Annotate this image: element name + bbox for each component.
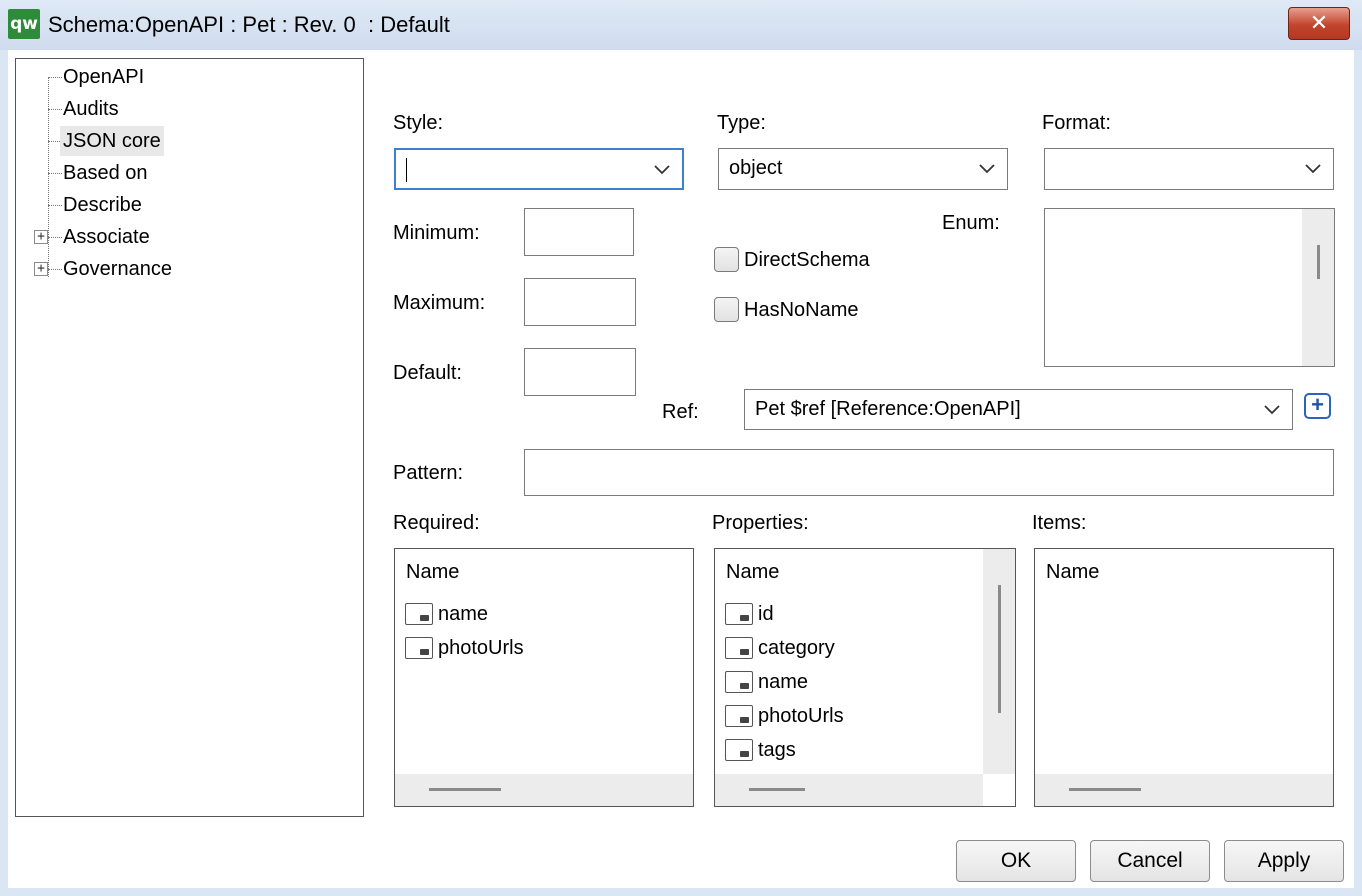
properties-label: Properties: [712, 512, 809, 534]
column-header-name[interactable]: Name [726, 561, 779, 584]
list-item[interactable]: photoUrls [405, 635, 675, 665]
items-label: Items: [1032, 512, 1087, 534]
ref-value: Pet $ref [Reference:OpenAPI] [755, 398, 1021, 420]
chevron-down-icon [979, 164, 995, 174]
expand-icon[interactable]: + [34, 230, 48, 244]
minimum-field[interactable] [524, 208, 634, 256]
enum-list[interactable] [1044, 208, 1335, 367]
title-bar[interactable]: qw Schema:OpenAPI : Pet : Rev. 0 : Defau… [0, 0, 1362, 50]
enum-label: Enum: [942, 212, 1000, 234]
format-label: Format: [1042, 112, 1111, 134]
scroll-thumb[interactable] [998, 585, 1001, 713]
cancel-button[interactable]: Cancel [1090, 840, 1210, 882]
horizontal-scrollbar[interactable] [1035, 774, 1333, 806]
properties-list[interactable]: Name id category name photoUrls tags [714, 548, 1016, 807]
scroll-thumb[interactable] [429, 788, 501, 791]
type-combobox[interactable]: object [718, 148, 1008, 190]
style-combobox[interactable] [394, 148, 684, 190]
chevron-down-icon [1305, 164, 1321, 174]
ref-label: Ref: [662, 401, 699, 423]
tree-item-label: Based on [63, 162, 148, 184]
navigation-tree: OpenAPI Audits JSON core Based on Descri… [15, 58, 364, 817]
direct-schema-label[interactable]: DirectSchema [744, 249, 870, 272]
items-list[interactable]: Name [1034, 548, 1334, 807]
property-icon [405, 603, 433, 625]
list-item-label: name [758, 671, 809, 693]
required-label: Required: [393, 512, 480, 534]
tree-item-label: Governance [63, 258, 172, 280]
app-icon: qw [8, 9, 40, 39]
list-item-label: photoUrls [438, 637, 524, 659]
horizontal-scrollbar[interactable] [395, 774, 693, 806]
horizontal-scrollbar[interactable] [715, 774, 983, 806]
property-icon [725, 603, 753, 625]
tree-item-label: Audits [63, 98, 119, 120]
scroll-thumb[interactable] [1069, 788, 1141, 791]
column-header-name[interactable]: Name [1046, 561, 1099, 584]
property-icon [725, 671, 753, 693]
enum-scrollbar[interactable] [1302, 209, 1334, 366]
property-icon [405, 637, 433, 659]
column-header-name[interactable]: Name [406, 561, 459, 584]
tree-item-label: JSON core [60, 126, 164, 156]
window-title: Schema:OpenAPI : Pet : Rev. 0 : Default [48, 12, 450, 37]
pattern-field[interactable] [524, 449, 1334, 496]
pattern-label: Pattern: [393, 462, 464, 484]
close-button[interactable]: ✕ [1288, 7, 1350, 40]
style-label: Style: [393, 112, 444, 134]
vertical-scrollbar[interactable] [983, 549, 1015, 774]
dialog-window: qw Schema:OpenAPI : Pet : Rev. 0 : Defau… [0, 0, 1362, 896]
list-item[interactable]: tags [725, 737, 975, 767]
apply-button[interactable]: Apply [1224, 840, 1344, 882]
tree-item-label: Associate [63, 226, 150, 248]
minimum-label: Minimum: [393, 222, 480, 244]
scroll-thumb[interactable] [749, 788, 805, 791]
tree-guide-line [48, 77, 49, 277]
list-item-label: photoUrls [758, 705, 844, 727]
dialog-client-area: OpenAPI Audits JSON core Based on Descri… [8, 50, 1354, 888]
expand-icon[interactable]: + [34, 262, 48, 276]
list-item[interactable]: name [405, 601, 675, 631]
has-no-name-label: HasNoName [744, 299, 859, 321]
property-icon [725, 637, 753, 659]
ok-button[interactable]: OK [956, 840, 1076, 882]
property-icon [725, 705, 753, 727]
list-item[interactable]: name [725, 669, 975, 699]
chevron-down-icon [1264, 405, 1280, 415]
property-icon [725, 739, 753, 761]
type-label: Type: [717, 112, 766, 134]
scroll-thumb[interactable] [1317, 245, 1320, 279]
default-field[interactable] [524, 348, 636, 396]
list-item-label: name [438, 603, 489, 625]
default-label: Default: [393, 362, 462, 384]
list-item-label: category [758, 637, 835, 659]
add-reference-button[interactable]: + [1304, 393, 1331, 419]
format-combobox[interactable] [1044, 148, 1334, 190]
has-no-name-checkbox[interactable] [714, 297, 739, 322]
list-item-label: id [758, 603, 774, 625]
direct-schema-checkbox[interactable] [714, 247, 739, 272]
list-item[interactable]: id [725, 601, 975, 631]
type-value: object [729, 157, 783, 179]
chevron-down-icon [654, 165, 670, 175]
tree-item-label: Describe [63, 194, 142, 216]
list-item[interactable]: category [725, 635, 975, 665]
list-item[interactable]: photoUrls [725, 703, 975, 733]
maximum-field[interactable] [524, 278, 636, 326]
ref-combobox[interactable]: Pet $ref [Reference:OpenAPI] [744, 389, 1293, 430]
tree-item-label: OpenAPI [63, 66, 145, 88]
list-item-label: tags [758, 739, 796, 761]
required-list[interactable]: Name name photoUrls [394, 548, 694, 807]
text-cursor [406, 158, 407, 182]
maximum-label: Maximum: [393, 292, 486, 314]
